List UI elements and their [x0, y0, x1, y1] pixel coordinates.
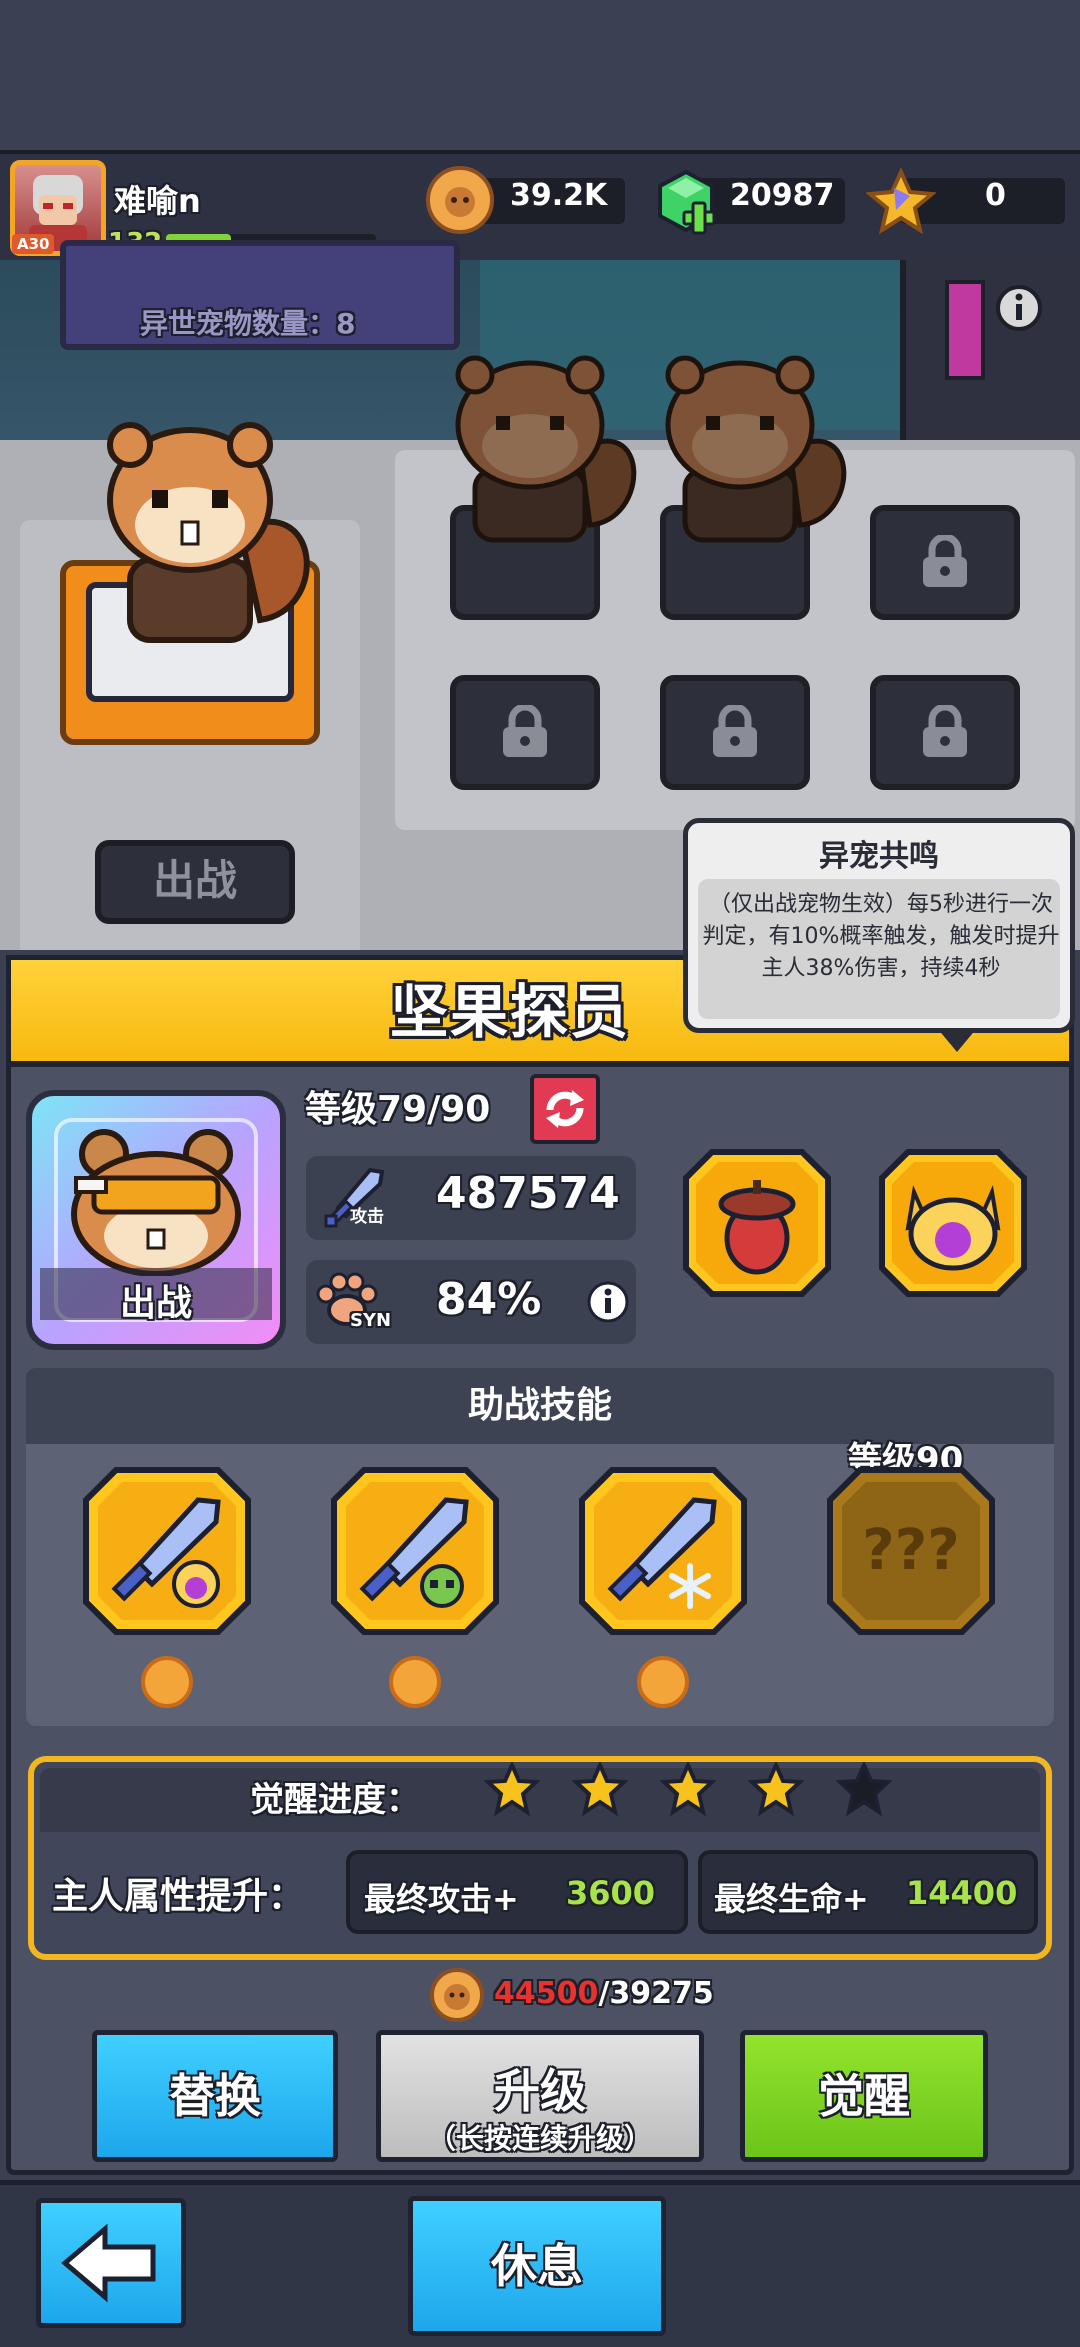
awakening-stars	[484, 1762, 904, 1822]
pet-head-icon	[71, 1129, 241, 1276]
cat-face-equip-slot[interactable]	[878, 1148, 1028, 1298]
attack-stat-box: 攻击 487574	[306, 1156, 636, 1240]
pet-level-text: 等级79/90	[305, 1089, 491, 1130]
attack-bonus-label: 最终攻击+	[364, 1880, 519, 1918]
refresh-button[interactable]	[530, 1074, 600, 1144]
shadow-pet-sprite-2	[665, 355, 847, 543]
info-icon[interactable]	[995, 284, 1043, 332]
replace-button[interactable]: 替换	[92, 2030, 338, 2162]
awaken-button[interactable]: 觉醒	[740, 2030, 988, 2162]
info-icon[interactable]	[586, 1280, 630, 1324]
back-button[interactable]	[36, 2198, 186, 2328]
deploy-tag: 出战	[95, 840, 295, 924]
star-filled-icon	[572, 1762, 628, 1816]
syn-stat-box: SYN 84%	[306, 1260, 636, 1344]
rest-button[interactable]: 休息	[408, 2196, 666, 2336]
pet-slot-5[interactable]	[660, 675, 810, 790]
active-pet-sprite[interactable]	[90, 410, 330, 660]
pet-slot-3[interactable]	[870, 505, 1020, 620]
attack-value: 487574	[436, 1168, 620, 1219]
upgrade-label: 升级	[494, 2064, 586, 2118]
shadow-pet-sprite-1	[455, 355, 637, 543]
owner-bonus-label: 主人属性提升：	[52, 1876, 305, 1917]
lock-icon	[923, 535, 967, 587]
acorn-equip-slot[interactable]	[682, 1148, 832, 1298]
back-arrow-icon	[61, 2223, 156, 2303]
star-value: 0	[985, 178, 1006, 213]
coin-icon	[426, 166, 494, 234]
door-panel	[900, 260, 1080, 450]
skill-upgrade-badge-2[interactable]	[389, 1656, 441, 1708]
tooltip-title: 异宠共鸣	[819, 839, 939, 874]
star-filled-icon	[484, 1762, 540, 1816]
hp-bonus-label: 最终生命+	[714, 1880, 869, 1918]
syn-badge: SYN	[350, 1310, 392, 1331]
skill-upgrade-badge-1[interactable]	[141, 1656, 193, 1708]
star-empty-icon	[836, 1762, 892, 1816]
locked-skill-slot[interactable]: ???	[826, 1466, 996, 1636]
star-filled-icon	[748, 1762, 804, 1816]
star-badge-icon	[866, 168, 936, 234]
skill-sword-skull-icon[interactable]	[330, 1466, 500, 1636]
pet-slot-6[interactable]	[870, 675, 1020, 790]
pet-slot-4[interactable]	[450, 675, 600, 790]
pet-count-label: 异世宠物数量：8	[140, 307, 356, 340]
tooltip-text: （仅出战宠物生效）每5秒进行一次判定，有10%概率触发，触发时提升主人38%伤害…	[702, 892, 1060, 981]
refresh-icon	[546, 1090, 584, 1128]
gem-value: 20987	[730, 178, 835, 213]
lock-icon	[503, 705, 547, 757]
skill-sword-cat-icon[interactable]	[82, 1466, 252, 1636]
pet-portrait[interactable]: 出战	[26, 1090, 286, 1350]
lock-icon	[713, 705, 757, 757]
cost-owned: /39275	[598, 1976, 714, 2011]
door-window	[945, 280, 985, 380]
attack-badge: 攻击	[350, 1207, 384, 1227]
tooltip-pointer	[937, 1028, 977, 1052]
cost-row: 44500/39275	[494, 1976, 714, 2011]
awakening-progress-label: 觉醒进度：	[250, 1780, 420, 1820]
upgrade-hint: （长按连续升级）	[427, 2122, 652, 2155]
syn-value: 84%	[436, 1274, 542, 1325]
locked-skill-text: ???	[862, 1518, 960, 1583]
avatar-badge: A30	[12, 234, 55, 254]
coin-icon	[430, 1968, 484, 2022]
pet-name-title: 坚果探员	[390, 978, 631, 1046]
top-spacer	[0, 0, 1080, 150]
cost-required: 44500	[494, 1976, 599, 2011]
hp-bonus-value: 14400	[906, 1874, 1018, 1912]
lock-icon	[923, 705, 967, 757]
star-filled-icon	[660, 1762, 716, 1816]
attack-bonus-value: 3600	[566, 1874, 656, 1912]
gem-plus-icon[interactable]	[650, 168, 722, 242]
hp-bonus-box: 最终生命+ 14400	[698, 1850, 1038, 1934]
attack-bonus-box: 最终攻击+ 3600	[346, 1850, 688, 1934]
portrait-deploy-label: 出战	[119, 1283, 192, 1324]
upgrade-button[interactable]: 升级 （长按连续升级）	[376, 2030, 704, 2162]
resonance-tooltip: 异宠共鸣 （仅出战宠物生效）每5秒进行一次判定，有10%概率触发，触发时提升主人…	[683, 818, 1075, 1033]
skill-upgrade-badge-3[interactable]	[637, 1656, 689, 1708]
skill-sword-frost-icon[interactable]	[578, 1466, 748, 1636]
player-name: 难喻n	[114, 182, 201, 220]
coin-value: 39.2K	[510, 178, 608, 213]
